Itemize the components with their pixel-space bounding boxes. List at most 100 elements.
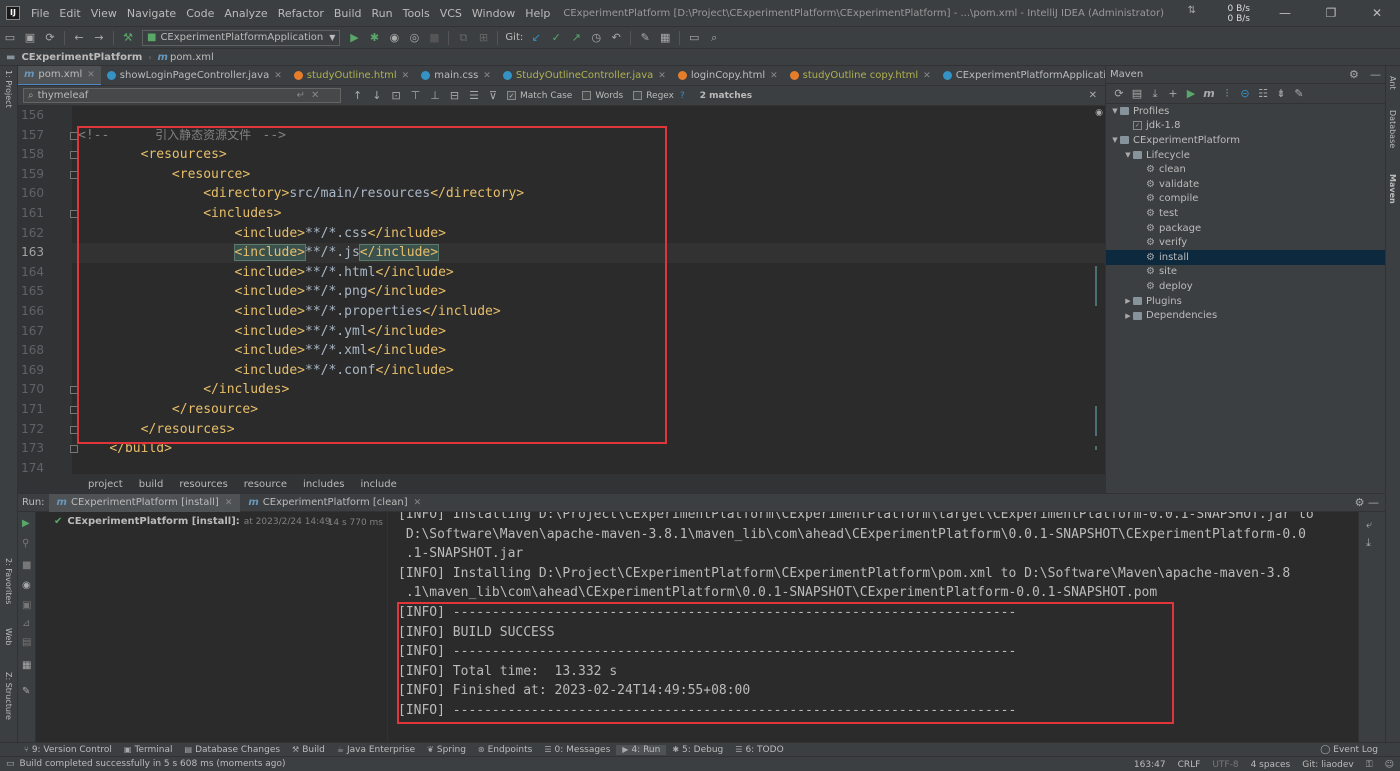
add-icon[interactable]: + xyxy=(1164,86,1182,102)
next-match-icon[interactable]: ↓ xyxy=(372,89,381,102)
code-editor[interactable]: 1561571581591601611621631641651661671681… xyxy=(18,106,1105,474)
project-structure-icon[interactable]: ▦ xyxy=(656,29,674,47)
menu-view[interactable]: View xyxy=(86,7,122,20)
editor-tab[interactable]: loginCopy.html✕ xyxy=(672,66,784,86)
console-output[interactable]: [INFO] Installing D:\Project\CExperiment… xyxy=(388,512,1358,743)
execute-goal-icon[interactable]: m xyxy=(1200,86,1218,102)
line-separator[interactable]: CRLF xyxy=(1172,760,1207,770)
close-tab-icon[interactable]: ✕ xyxy=(414,498,422,508)
context-icon[interactable]: ☰ xyxy=(469,89,479,102)
match-case-checkbox[interactable]: ✓Match Case xyxy=(507,91,572,101)
editor-tab[interactable]: mpom.xml✕ xyxy=(18,66,101,86)
run-tab[interactable]: mCExperimentPlatform [install]✕ xyxy=(49,494,241,512)
words-checkbox[interactable]: Words xyxy=(582,91,623,101)
close-tab-icon[interactable]: ✕ xyxy=(274,71,282,81)
tool-window-button[interactable]: ☕Java Enterprise xyxy=(331,745,421,755)
filter-icon[interactable]: ⊽ xyxy=(489,89,497,102)
restore-icon[interactable]: ❐ xyxy=(1308,0,1354,26)
menu-file[interactable]: File xyxy=(26,7,54,20)
close-tab-icon[interactable]: ✕ xyxy=(87,70,95,80)
breadcrumb-item[interactable]: resource xyxy=(236,479,295,490)
git-update-icon[interactable]: ↙ xyxy=(527,29,545,47)
search-field[interactable]: ⌕ ↵ ✕ xyxy=(23,88,341,103)
git-branch[interactable]: Git: liaodev xyxy=(1296,760,1360,770)
breadcrumb-item[interactable]: project xyxy=(80,479,131,490)
maven-tree-item[interactable]: ✓jdk-1.8 xyxy=(1106,119,1385,134)
pin-icon[interactable]: ⚲ xyxy=(22,538,29,549)
tool-window-button[interactable]: ▶4: Run xyxy=(616,745,666,755)
database-tool-label[interactable]: Database xyxy=(1388,110,1397,148)
event-log-button[interactable]: ◯Event Log xyxy=(1320,743,1378,757)
breadcrumb-item[interactable]: resources xyxy=(171,479,235,490)
debug-icon[interactable]: ✱ xyxy=(365,29,383,47)
open-folder-icon[interactable]: ▭ xyxy=(1,29,19,47)
select-all-occurrences-icon[interactable]: ⊡ xyxy=(391,89,400,102)
regex-help-icon[interactable]: ? xyxy=(680,91,685,101)
tool-window-button[interactable]: ☰6: TODO xyxy=(729,745,789,755)
menu-build[interactable]: Build xyxy=(329,7,367,20)
add-occurrence-icon[interactable]: ⊤ xyxy=(411,89,421,102)
maven-tree-item[interactable]: ▶Dependencies xyxy=(1106,308,1385,323)
stop-icon[interactable]: ■ xyxy=(425,29,443,47)
profile-icon[interactable]: ◎ xyxy=(405,29,423,47)
toggle-icon[interactable]: ⊿ xyxy=(22,618,30,629)
maven-tree-item[interactable]: ⚙package xyxy=(1106,221,1385,236)
gear-icon[interactable]: ⚙ xyxy=(1349,68,1359,81)
collapse-all-icon[interactable]: ⇟ xyxy=(1272,86,1290,102)
show-dependencies-icon[interactable]: ☷ xyxy=(1254,86,1272,102)
new-line-icon[interactable]: ↵ xyxy=(297,90,305,101)
maven-tree-item[interactable]: ⚙clean xyxy=(1106,162,1385,177)
maven-tree-item[interactable]: ▶Plugins xyxy=(1106,294,1385,309)
maven-tree-item[interactable]: ▼CExperimentPlatform xyxy=(1106,133,1385,148)
scroll-to-end-icon[interactable]: ⤓ xyxy=(1366,536,1371,550)
menu-code[interactable]: Code xyxy=(181,7,219,20)
maven-settings-wrench-icon[interactable]: ✎ xyxy=(1290,86,1308,102)
minimize-panel-icon[interactable]: — xyxy=(1370,68,1381,81)
attach-icon[interactable]: ⧉ xyxy=(454,29,472,47)
window-icon[interactable]: ▭ xyxy=(685,29,703,47)
layout-icon[interactable]: ⊞ xyxy=(474,29,492,47)
editor-scrollbar[interactable]: ◉ xyxy=(1093,106,1105,474)
menu-tools[interactable]: Tools xyxy=(398,7,435,20)
tool-window-button[interactable]: ▤Database Changes xyxy=(179,745,287,755)
tool-window-button[interactable]: ☰0: Messages xyxy=(538,745,616,755)
git-commit-icon[interactable]: ✓ xyxy=(547,29,565,47)
maven-tree-item[interactable]: ⚙verify xyxy=(1106,235,1385,250)
run-tree-item[interactable]: ✔ CExperimentPlatform [install]: at 2023… xyxy=(54,516,331,527)
run-tab[interactable]: mCExperimentPlatform [clean]✕ xyxy=(240,494,429,512)
menu-help[interactable]: Help xyxy=(520,7,555,20)
editor-tab[interactable]: showLoginPageController.java✕ xyxy=(101,66,288,86)
maven-tree-item[interactable]: ⚙test xyxy=(1106,206,1385,221)
run-icon[interactable]: ▶ xyxy=(345,29,363,47)
sync-icon[interactable]: ⟳ xyxy=(41,29,59,47)
maven-tool-label[interactable]: Maven xyxy=(1388,174,1397,204)
close-tab-icon[interactable]: ✕ xyxy=(658,71,666,81)
select-all-icon[interactable]: ⊟ xyxy=(450,89,459,102)
maven-tree-item[interactable]: ⚙compile xyxy=(1106,192,1385,207)
run-maven-icon[interactable]: ▶ xyxy=(1182,86,1200,102)
breadcrumb-item[interactable]: build xyxy=(131,479,172,490)
search-icon[interactable]: ⌕ xyxy=(705,29,723,47)
git-rollback-icon[interactable]: ↶ xyxy=(607,29,625,47)
web-tool-label[interactable]: Web xyxy=(4,628,13,645)
skip-tests-icon[interactable]: ⊝ xyxy=(1236,86,1254,102)
previous-match-icon[interactable]: ↑ xyxy=(353,89,362,102)
menu-navigate[interactable]: Navigate xyxy=(122,7,181,20)
tool-window-button[interactable]: ⚒Build xyxy=(286,745,331,755)
reload-icon[interactable]: ⟳ xyxy=(1110,86,1128,102)
forward-icon[interactable]: → xyxy=(90,29,108,47)
eye-icon[interactable]: ◉ xyxy=(1095,108,1103,118)
file-encoding[interactable]: UTF-8 xyxy=(1206,760,1244,770)
close-tab-icon[interactable]: ✕ xyxy=(770,71,778,81)
git-history-icon[interactable]: ◷ xyxy=(587,29,605,47)
eye-icon[interactable]: ◉ xyxy=(22,580,31,591)
generate-sources-icon[interactable]: ▤ xyxy=(1128,86,1146,102)
minimize-icon[interactable]: — xyxy=(1262,0,1308,26)
maven-tree-item[interactable]: ▼Profiles xyxy=(1106,104,1385,119)
project-tool-label[interactable]: 1: Project xyxy=(4,70,13,108)
soft-wrap-icon[interactable]: ⤶ xyxy=(1366,518,1372,532)
menu-edit[interactable]: Edit xyxy=(54,7,85,20)
editor-tab[interactable]: StudyOutlineController.java✕ xyxy=(497,66,672,86)
tool-window-button[interactable]: ✱5: Debug xyxy=(666,745,729,755)
favorites-tool-label[interactable]: 2: Favorites xyxy=(4,558,13,604)
